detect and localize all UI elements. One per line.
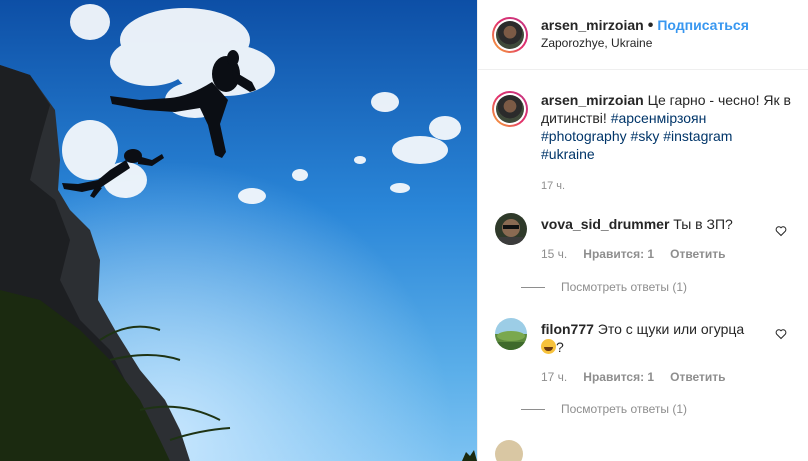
view-replies-button[interactable]: Посмотреть ответы (1)	[521, 280, 687, 294]
comments-panel: arsen_mirzoian • Подписаться Zaporozhye, U…	[477, 0, 808, 461]
view-replies-label: Посмотреть ответы (1)	[561, 280, 688, 294]
comment-username[interactable]: filon777	[541, 321, 594, 337]
photo-illustration	[0, 0, 477, 461]
heart-icon[interactable]	[775, 328, 787, 340]
comment-meta: 17 ч. Нравится: 1 Ответить	[541, 370, 726, 384]
comment-likes[interactable]: Нравится: 1	[583, 247, 654, 261]
heart-icon[interactable]	[775, 225, 787, 237]
comment-text-suffix: ?	[556, 339, 564, 355]
caption-author-avatar[interactable]	[492, 91, 528, 127]
comment-likes[interactable]: Нравится: 1	[583, 370, 654, 384]
hashtag-link[interactable]: #ukraine	[541, 146, 595, 162]
hashtag-link[interactable]: #sky	[631, 128, 660, 144]
caption-username[interactable]: arsen_mirzoian	[541, 92, 644, 108]
reply-button[interactable]: Ответить	[670, 370, 725, 384]
comment-timestamp[interactable]: 17 ч.	[541, 370, 567, 384]
next-commenter-avatar[interactable]	[495, 440, 523, 461]
author-avatar[interactable]	[492, 16, 528, 53]
caption-timestamp[interactable]: 17 ч.	[541, 180, 565, 192]
view-replies-button[interactable]: Посмотреть ответы (1)	[521, 402, 687, 416]
comment-text: Это с щуки или огурца	[597, 321, 745, 337]
author-username[interactable]: arsen_mirzoian	[541, 17, 644, 33]
comment-meta: 15 ч. Нравится: 1 Ответить	[541, 247, 726, 261]
post-header: arsen_mirzoian • Подписаться Zaporozhye, U…	[478, 0, 808, 70]
post-photo[interactable]	[0, 0, 477, 461]
commenter-avatar-image	[495, 318, 527, 350]
instagram-post-modal: arsen_mirzoian • Подписаться Zaporozhye, U…	[0, 0, 808, 461]
reply-button[interactable]: Ответить	[670, 247, 725, 261]
follow-button[interactable]: Подписаться	[657, 17, 749, 33]
caption-text-block: arsen_mirzoian Це гарно - чесно! Як в ди…	[541, 91, 792, 163]
location-link[interactable]: Zaporozhye, Ukraine	[541, 35, 749, 52]
comment-username[interactable]: vova_sid_drummer	[541, 216, 669, 232]
comment-timestamp[interactable]: 15 ч.	[541, 247, 567, 261]
laughing-emoji-icon	[541, 339, 556, 354]
commenter-avatar[interactable]	[495, 318, 527, 350]
hashtag-link[interactable]: #арсенмірзоян	[611, 110, 707, 126]
view-replies-label: Посмотреть ответы (1)	[561, 402, 688, 416]
hashtag-link[interactable]: #instagram	[663, 128, 732, 144]
replies-divider	[521, 286, 545, 288]
replies-divider	[521, 408, 545, 410]
post-caption: arsen_mirzoian Це гарно - чесно! Як в ди…	[492, 91, 792, 163]
commenter-avatar[interactable]	[495, 213, 527, 245]
hashtag-link[interactable]: #photography	[541, 128, 627, 144]
separator-dot: •	[647, 17, 654, 34]
comment-text: Ты в ЗП?	[673, 216, 733, 232]
commenter-avatar-image	[495, 213, 527, 245]
